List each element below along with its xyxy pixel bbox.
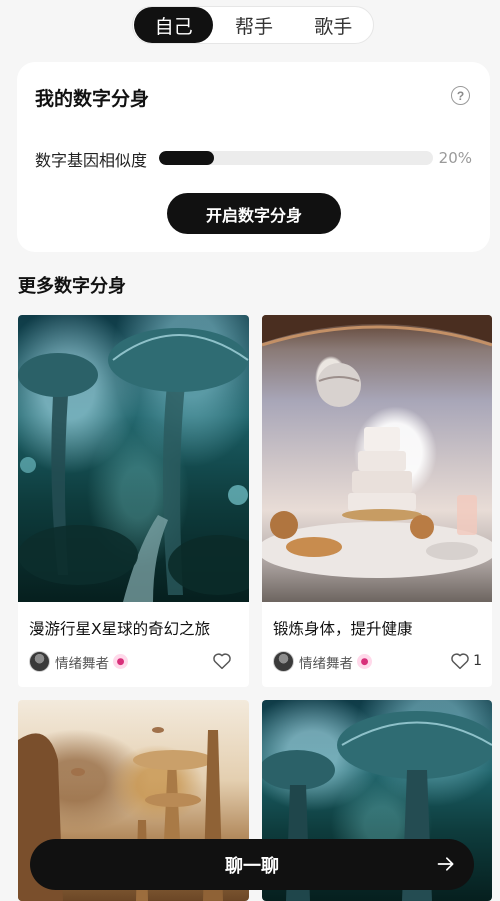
twin-card-item[interactable]: 漫游行星X星球的奇幻之旅 情绪舞者 ● <box>18 315 249 687</box>
avatar <box>273 651 294 672</box>
section-title: 更多数字分身 <box>18 276 126 297</box>
like-count: 1 <box>473 653 482 669</box>
author-name: 情绪舞者 <box>55 655 109 672</box>
twin-card-item[interactable]: 锻炼身体，提升健康 情绪舞者 ● 1 <box>262 315 492 687</box>
twin-card-title: 我的数字分身 <box>35 88 150 110</box>
tab-singer[interactable]: 歌手 <box>295 7 372 43</box>
like-button[interactable] <box>212 652 235 670</box>
similarity-progress-bar <box>159 151 433 165</box>
app-screen: 自己 帮手 歌手 我的数字分身 ? 数字基因相似度 20% 开启数字分身 更多数… <box>0 0 500 901</box>
digital-twin-card: 我的数字分身 ? 数字基因相似度 20% 开启数字分身 <box>17 62 490 252</box>
chat-button[interactable]: 聊一聊 <box>30 839 474 890</box>
card-image <box>18 315 249 602</box>
card-image <box>262 315 492 602</box>
tab-helper[interactable]: 帮手 <box>213 7 294 43</box>
mode-tabs: 自己 帮手 歌手 <box>132 6 374 44</box>
heart-icon <box>451 653 469 670</box>
question-circle-icon[interactable]: ? <box>451 86 470 105</box>
alien-forest-illustration <box>18 328 249 602</box>
tab-self[interactable]: 自己 <box>134 7 214 43</box>
creator-badge-icon: ● <box>113 654 128 669</box>
like-button[interactable]: 1 <box>450 652 482 670</box>
chat-button-label: 聊一聊 <box>225 855 279 877</box>
card-title: 锻炼身体，提升健康 <box>273 620 413 638</box>
similarity-label: 数字基因相似度 <box>35 151 148 170</box>
similarity-progress-fill <box>159 151 214 165</box>
start-digital-twin-button[interactable]: 开启数字分身 <box>167 193 341 234</box>
card-title: 漫游行星X星球的奇幻之旅 <box>29 620 211 638</box>
similarity-value: 20% <box>438 149 472 167</box>
heart-icon <box>213 653 231 670</box>
card-author[interactable]: 情绪舞者 ● <box>29 651 128 672</box>
author-name: 情绪舞者 <box>299 655 353 672</box>
avatar <box>29 651 50 672</box>
creator-badge-icon: ● <box>357 654 372 669</box>
arrow-right-icon <box>437 857 454 871</box>
card-author[interactable]: 情绪舞者 ● <box>273 651 372 672</box>
cake-illustration <box>262 315 492 578</box>
